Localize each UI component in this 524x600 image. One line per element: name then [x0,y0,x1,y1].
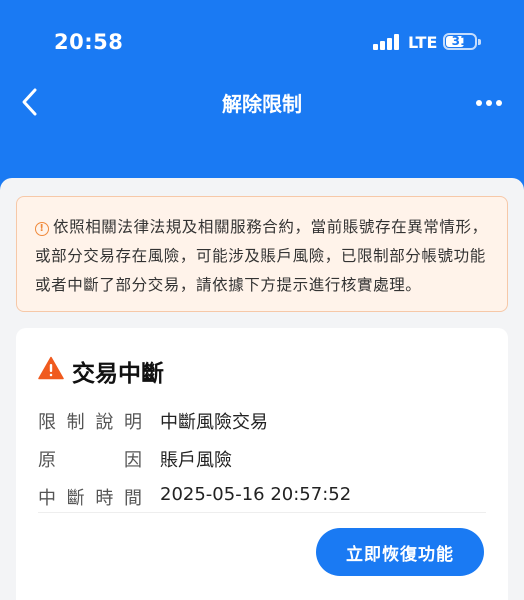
row-value: 2025-05-16 20:57:52 [160,484,352,505]
row-label: 中斷時間 [38,488,142,509]
status-time: 20:58 [54,30,124,54]
info-circle-icon: ! [35,222,49,236]
page-title: 解除限制 [222,92,302,116]
row-value: 賬戶風險 [160,450,232,471]
row-label: 限制說明 [38,412,142,433]
battery-icon: 31 [443,33,477,50]
battery-level: 31 [451,34,469,48]
notice-text: ! 依照相關法律法規及相關服務合約，當前賬號存在異常情形，或部分交易存在風險，可能… [35,213,493,300]
battery-cap [478,39,481,45]
row-label: 原因 [38,450,142,471]
restore-function-button[interactable]: 立即恢復功能 [316,528,484,576]
status-bar: 20:58 LTE 31 [0,24,524,64]
more-dots-icon[interactable] [474,88,504,116]
warning-triangle-icon [38,356,64,380]
row-value: 中斷風險交易 [160,412,268,433]
restriction-card: 交易中斷 限制說明 中斷風險交易 原因 賬戶風險 中斷時間 2025-05-16… [16,328,508,600]
signal-icon [373,34,400,50]
network-type: LTE [408,33,438,52]
risk-notice: ! 依照相關法律法規及相關服務合約，當前賬號存在異常情形，或部分交易存在風險，可能… [16,196,508,312]
notice-body: 依照相關法律法規及相關服務合約，當前賬號存在異常情形，或部分交易存在風險，可能涉… [35,218,488,294]
nav-bar: 解除限制 [0,78,524,126]
card-title: 交易中斷 [72,361,164,387]
main-content: ! 依照相關法律法規及相關服務合約，當前賬號存在異常情形，或部分交易存在風險，可能… [0,178,524,600]
divider [38,512,486,513]
